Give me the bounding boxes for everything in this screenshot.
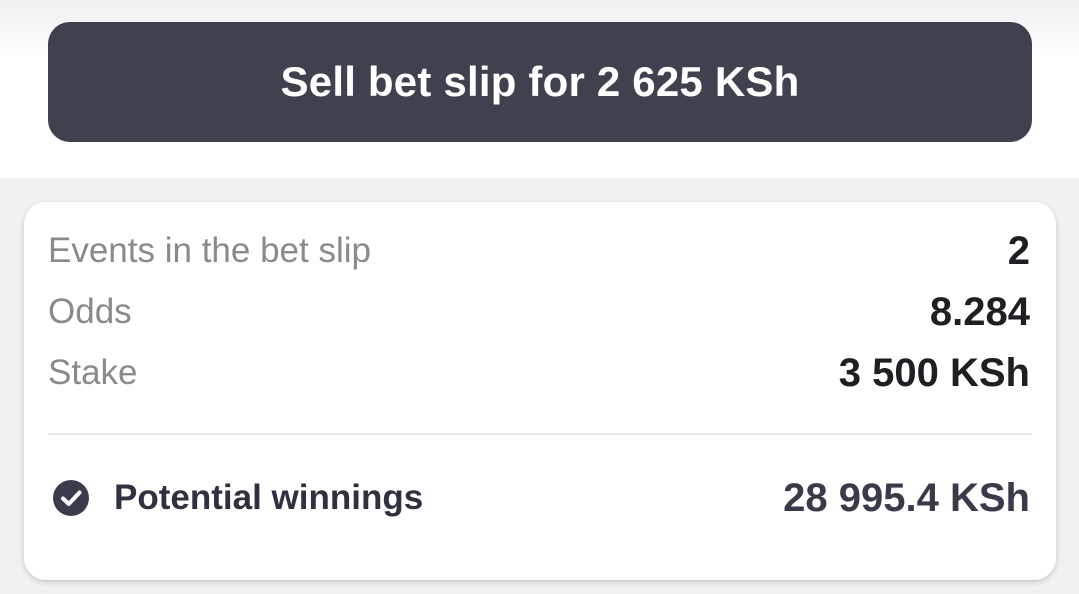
odds-value: 8.284 [929, 289, 1030, 334]
bet-slip-summary-card: Events in the bet slip 2 Odds 8.284 Stak… [24, 202, 1056, 580]
divider [48, 433, 1032, 435]
check-circle-icon [52, 479, 90, 517]
potential-winnings-label: Potential winnings [114, 478, 424, 517]
odds-label: Odds [48, 292, 132, 331]
stake-value: 3 500 KSh [838, 350, 1030, 395]
sell-bet-slip-button[interactable]: Sell bet slip for 2 625 KSh [48, 22, 1032, 142]
events-count-label: Events in the bet slip [48, 231, 371, 270]
top-area: Sell bet slip for 2 625 KSh [0, 0, 1079, 178]
stake-row: Stake 3 500 KSh [48, 351, 1030, 395]
events-count-row: Events in the bet slip 2 [48, 229, 1030, 273]
potential-winnings-value: 28 995.4 KSh [783, 475, 1030, 520]
potential-winnings-row: Potential winnings 28 995.4 KSh [52, 474, 1030, 522]
events-count-value: 2 [1007, 228, 1030, 273]
stake-label: Stake [48, 353, 138, 392]
odds-row: Odds 8.284 [48, 290, 1030, 334]
